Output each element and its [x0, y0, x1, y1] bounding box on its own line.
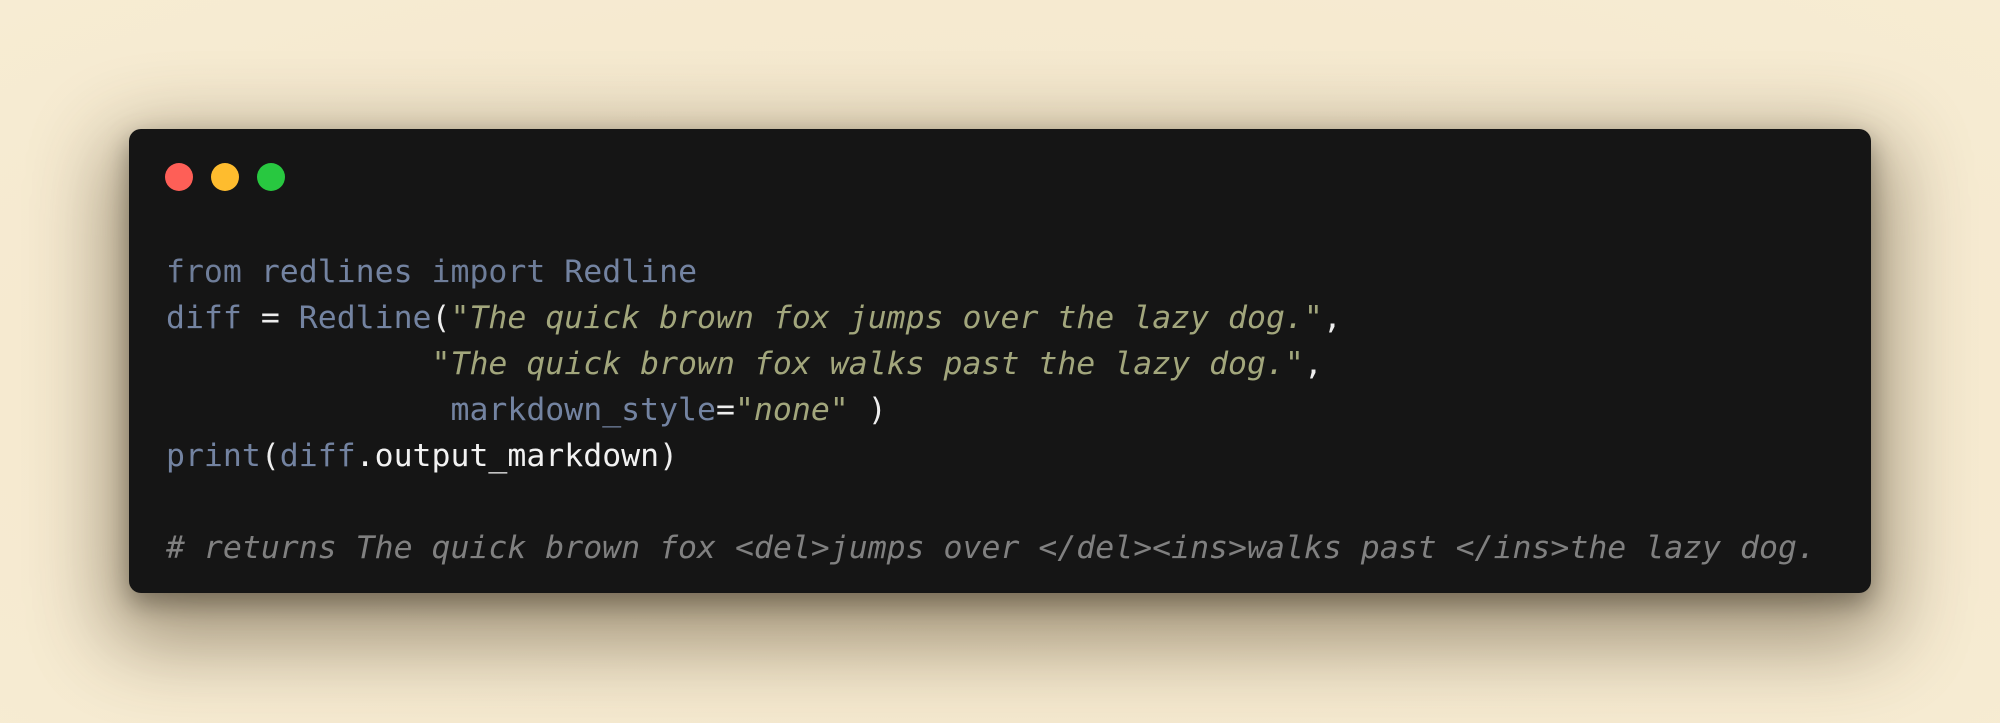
- attribute-access: .output_markdown: [355, 438, 660, 474]
- comma: ,: [1322, 300, 1342, 336]
- keyword-import: import: [431, 254, 546, 290]
- module-name: redlines: [260, 254, 413, 290]
- close-paren: ): [659, 438, 679, 474]
- close-paren: ): [848, 392, 887, 428]
- kwarg-equals: =: [716, 392, 735, 428]
- code-window: from redlines import Redline diff = Redli…: [129, 129, 1871, 593]
- code-line-2: diff = Redline("The quick brown fox jump…: [166, 295, 1816, 341]
- code-line-3: "The quick brown fox walks past the lazy…: [166, 341, 1816, 387]
- keyword-from: from: [166, 254, 242, 290]
- print-call: print: [166, 438, 261, 474]
- class-call: Redline: [298, 300, 432, 336]
- maximize-button[interactable]: [257, 163, 285, 191]
- keyword-arg: markdown_style: [450, 392, 716, 428]
- comma: ,: [1303, 346, 1323, 382]
- code-line-1: from redlines import Redline: [166, 249, 1816, 295]
- minimize-button[interactable]: [211, 163, 239, 191]
- variable-diff: diff: [279, 438, 356, 474]
- code-line-comment: # returns The quick brown fox <del>jumps…: [166, 525, 1816, 571]
- close-button[interactable]: [165, 163, 193, 191]
- assign-operator: =: [241, 300, 299, 336]
- variable-diff: diff: [166, 300, 242, 336]
- import-name: Redline: [564, 254, 698, 290]
- open-paren: (: [260, 438, 280, 474]
- code-comment: # returns The quick brown fox <del>jumps…: [166, 530, 1816, 566]
- code-line-5: print(diff.output_markdown): [166, 433, 1816, 479]
- string-arg-2: "The quick brown fox walks past the lazy…: [431, 346, 1304, 382]
- open-paren: (: [431, 300, 451, 336]
- string-arg-1: "The quick brown fox jumps over the lazy…: [450, 300, 1323, 336]
- kwarg-value: "none": [734, 392, 849, 428]
- code-block: from redlines import Redline diff = Redli…: [166, 249, 1816, 571]
- code-line-4: markdown_style="none" ): [166, 387, 1816, 433]
